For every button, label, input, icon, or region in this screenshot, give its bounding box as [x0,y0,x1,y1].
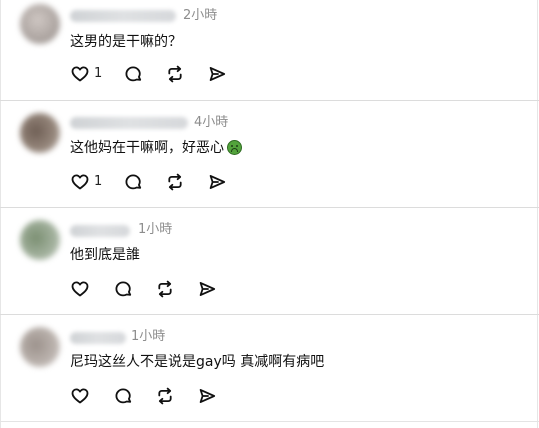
comment-text-content: 这他妈在干嘛啊，好恶心 [70,140,224,156]
timestamp: 2小時 [183,8,218,23]
action-bar [70,279,240,299]
timestamp: 4小時 [194,115,229,130]
share-button[interactable] [197,386,217,406]
send-icon [209,175,226,189]
send-icon [199,282,216,296]
heart-icon [71,66,89,82]
heart-icon [71,281,89,297]
repost-button[interactable] [165,64,185,84]
reply-button[interactable] [113,386,133,406]
avatar[interactable] [20,113,60,153]
repost-icon [158,387,172,405]
comment-bubble-icon [115,388,132,404]
username-blurred[interactable] [70,117,188,129]
like-button[interactable] [70,279,90,299]
heart-icon [71,388,89,404]
comment-bubble-icon [125,66,142,82]
repost-icon [168,173,182,191]
comment-text-content: 尼玛这丝人不是说是gay吗 真减啊有病吧 [70,354,325,370]
comment-bubble-icon [125,174,142,190]
like-count: 1 [94,174,103,189]
comment-text: 他到底是誰 [70,246,140,264]
action-bar: 1 [70,172,240,192]
send-icon [209,67,226,81]
reply-button[interactable] [113,279,133,299]
username-blurred[interactable] [70,225,130,237]
comment-bubble-icon [115,281,132,297]
comment-4: 1小時 尼玛这丝人不是说是gay吗 真减啊有病吧 [0,315,539,428]
avatar[interactable] [20,327,60,367]
comment-3: 1小時 他到底是誰 [0,208,539,314]
repost-button[interactable] [155,279,175,299]
comment-text: 这他妈在干嘛啊，好恶心 [70,139,242,157]
avatar[interactable] [20,4,60,44]
comment-1: 2小時 这男的是干嘛的？ 1 [0,0,539,100]
send-icon [199,389,216,403]
timestamp: 1小時 [138,222,173,237]
avatar[interactable] [20,220,60,260]
heart-icon [71,174,89,190]
comment-thread: 2小時 这男的是干嘛的？ 1 4小時 这他妈在干嘛啊，好恶心 1 1小時 他到底… [0,0,539,428]
repost-button[interactable] [165,172,185,192]
like-button[interactable]: 1 [70,172,102,192]
like-button[interactable]: 1 [70,64,102,84]
bottom-border [0,421,539,422]
share-button[interactable] [207,64,227,84]
reply-button[interactable] [123,64,143,84]
comment-2: 4小時 这他妈在干嘛啊，好恶心 1 [0,101,539,207]
timestamp: 1小時 [131,329,166,344]
action-bar [70,386,240,406]
like-button[interactable] [70,386,90,406]
comment-text: 尼玛这丝人不是说是gay吗 真减啊有病吧 [70,353,324,371]
share-button[interactable] [197,279,217,299]
username-blurred[interactable] [70,10,176,22]
repost-icon [168,65,182,83]
comment-text-content: 这男的是干嘛的？ [70,34,182,50]
username-blurred[interactable] [70,332,126,344]
repost-icon [158,280,172,298]
like-count: 1 [94,66,103,81]
nauseated-face-emoji [227,140,242,155]
action-bar: 1 [70,64,240,84]
comment-text-content: 他到底是誰 [70,247,140,263]
comment-text: 这男的是干嘛的？ [70,33,182,51]
share-button[interactable] [207,172,227,192]
repost-button[interactable] [155,386,175,406]
reply-button[interactable] [123,172,143,192]
